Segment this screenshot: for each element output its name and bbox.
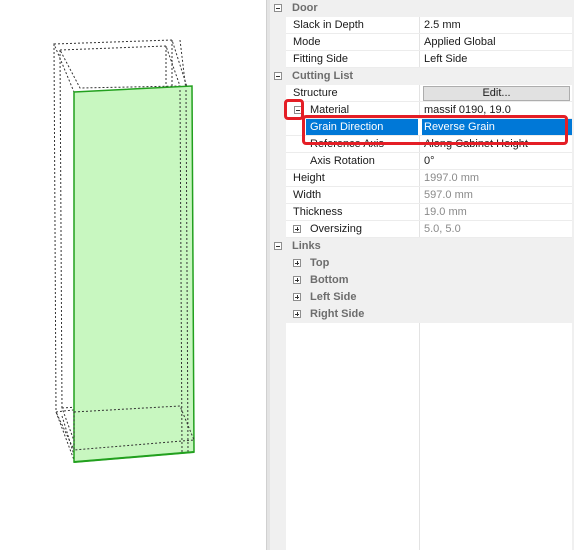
property-name: Axis Rotation bbox=[310, 155, 375, 167]
property-name: Slack in Depth bbox=[293, 19, 364, 31]
link-item-bottom[interactable]: Bottom bbox=[286, 272, 572, 289]
link-label: Right Side bbox=[310, 308, 365, 320]
property-value[interactable]: 0° bbox=[424, 155, 435, 167]
property-value[interactable]: Applied Global bbox=[424, 36, 496, 48]
grain-direction-value[interactable]: Reverse Grain bbox=[424, 121, 495, 133]
property-row[interactable]: Fitting Side Left Side bbox=[286, 51, 572, 68]
expand-top-icon[interactable] bbox=[293, 259, 301, 267]
annotation-highlight-toggle bbox=[284, 99, 304, 120]
property-row[interactable]: Slack in Depth 2.5 mm bbox=[286, 17, 572, 34]
property-name: Structure bbox=[293, 87, 338, 99]
property-value: 597.0 mm bbox=[424, 189, 473, 201]
category-label: Door bbox=[292, 2, 318, 14]
property-row-height[interactable]: Height 1997.0 mm bbox=[286, 170, 572, 187]
property-name: Height bbox=[293, 172, 325, 184]
category-label: Links bbox=[292, 240, 321, 252]
property-name: Width bbox=[293, 189, 322, 201]
category-door[interactable]: Door bbox=[274, 0, 572, 17]
3d-viewport[interactable] bbox=[0, 0, 266, 550]
property-value: 5.0, 5.0 bbox=[424, 223, 461, 235]
property-name: Mode bbox=[293, 36, 321, 48]
property-row-width[interactable]: Width 597.0 mm bbox=[286, 187, 572, 204]
grid-gutter bbox=[270, 0, 286, 550]
property-row-oversizing[interactable]: Oversizing 5.0, 5.0 bbox=[286, 221, 572, 238]
property-name: Grain Direction bbox=[310, 121, 384, 133]
property-name: Thickness bbox=[293, 206, 343, 218]
category-links[interactable]: Links bbox=[274, 238, 572, 255]
property-value: 1997.0 mm bbox=[424, 172, 480, 184]
expand-bottom-icon[interactable] bbox=[293, 276, 301, 284]
property-row-structure[interactable]: Structure Edit... bbox=[286, 85, 572, 102]
cabinet-3d-model bbox=[53, 39, 195, 463]
link-item-right-side[interactable]: Right Side bbox=[286, 306, 572, 323]
expand-oversizing-icon[interactable] bbox=[293, 225, 301, 233]
property-row-axis-rotation[interactable]: Axis Rotation 0° bbox=[286, 153, 572, 170]
link-item-top[interactable]: Top bbox=[286, 255, 572, 272]
link-label: Bottom bbox=[310, 274, 349, 286]
property-value[interactable]: 2.5 mm bbox=[424, 19, 461, 31]
property-grid[interactable]: Door Slack in Depth 2.5 mm Mode Applied … bbox=[270, 0, 574, 550]
link-label: Top bbox=[310, 257, 330, 269]
property-name: Oversizing bbox=[310, 223, 362, 235]
property-value: 19.0 mm bbox=[424, 206, 467, 218]
expand-left-side-icon[interactable] bbox=[293, 293, 301, 301]
collapse-links-icon[interactable] bbox=[274, 242, 282, 250]
edit-structure-button[interactable]: Edit... bbox=[423, 86, 570, 101]
category-label: Cutting List bbox=[292, 70, 354, 82]
property-row[interactable]: Mode Applied Global bbox=[286, 34, 572, 51]
property-name: Fitting Side bbox=[293, 53, 349, 65]
door-panel bbox=[73, 85, 195, 463]
link-item-left-side[interactable]: Left Side bbox=[286, 289, 572, 306]
category-cutting-list[interactable]: Cutting List bbox=[274, 68, 572, 85]
property-row-thickness[interactable]: Thickness 19.0 mm bbox=[286, 204, 572, 221]
collapse-door-icon[interactable] bbox=[274, 4, 282, 12]
expand-right-side-icon[interactable] bbox=[293, 310, 301, 318]
link-label: Left Side bbox=[310, 291, 357, 303]
collapse-cutting-list-icon[interactable] bbox=[274, 72, 282, 80]
property-value[interactable]: Left Side bbox=[424, 53, 467, 65]
